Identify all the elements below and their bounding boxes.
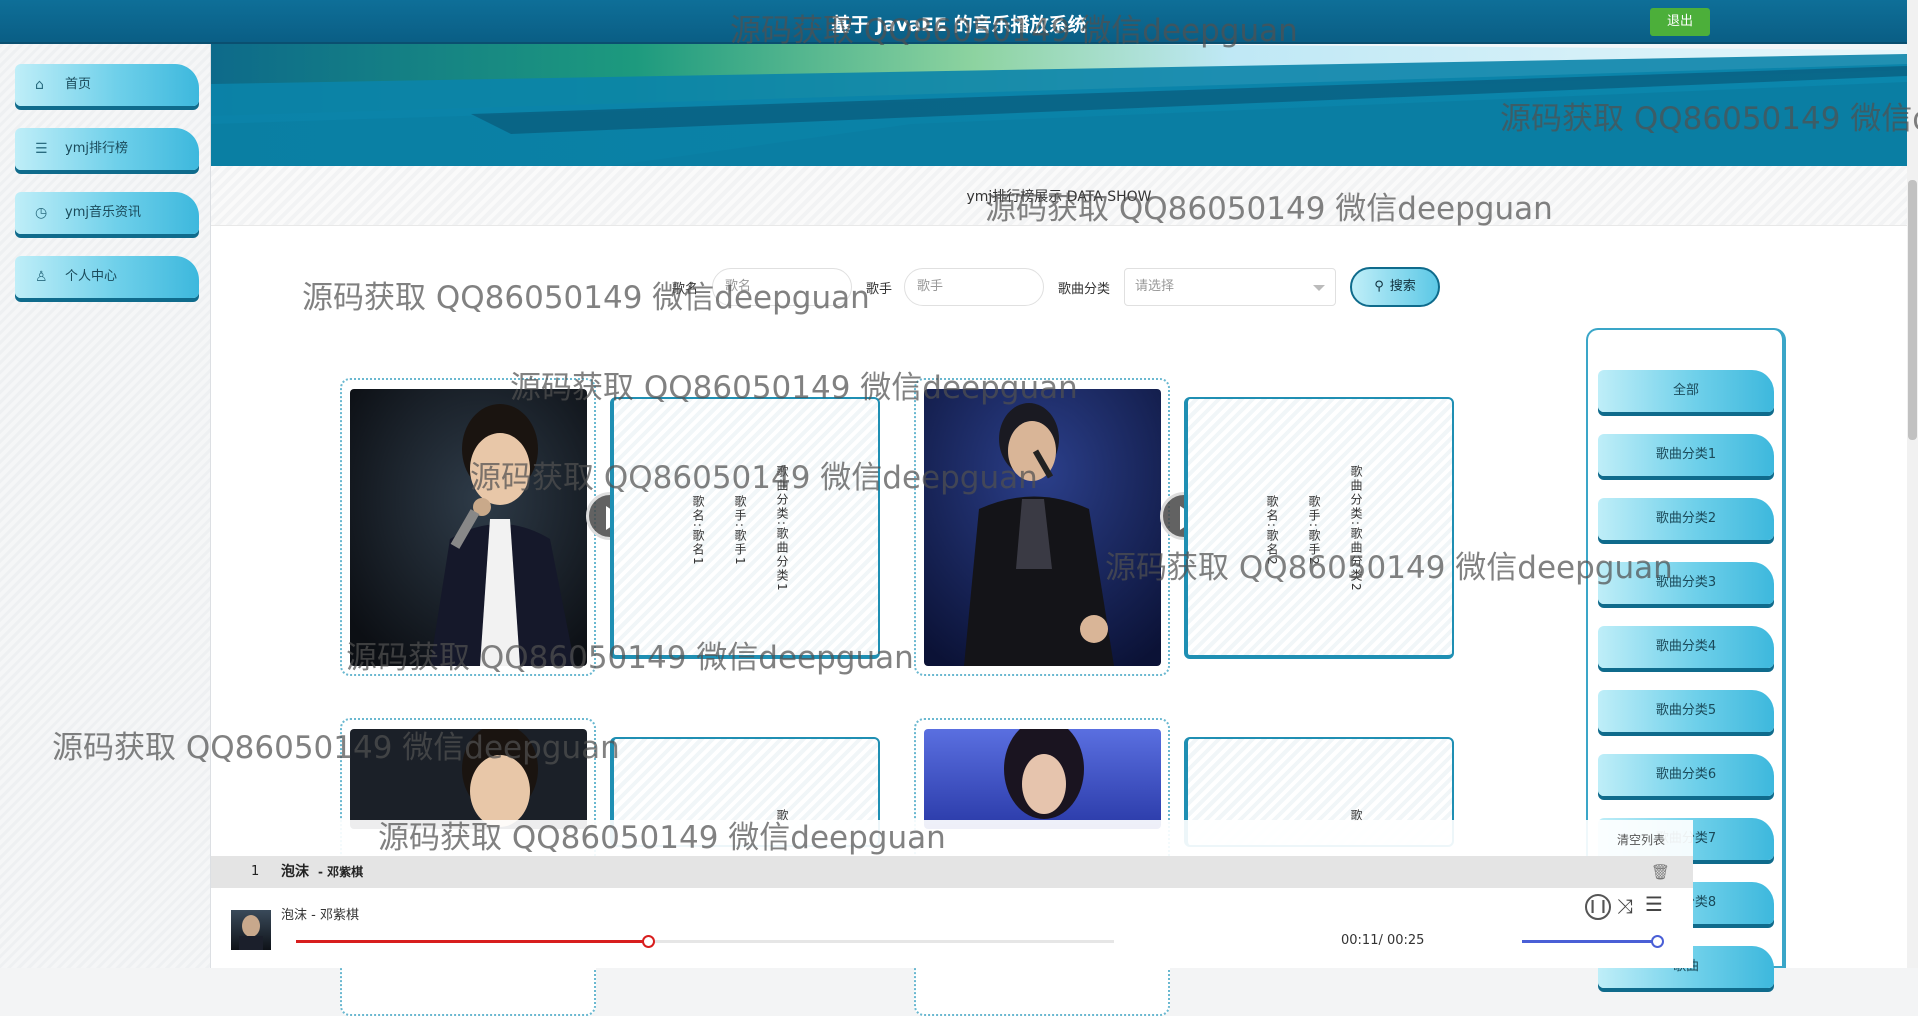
search-button[interactable]: ⚲ 搜索 (1350, 267, 1440, 307)
category-button-all[interactable]: 全部 (1598, 370, 1774, 412)
sidebar-item-label: ymj音乐资讯 (65, 205, 141, 220)
category-button[interactable]: 歌曲分类1 (1598, 434, 1774, 476)
sliders-icon: ☰ (35, 141, 48, 157)
category-select[interactable]: 请选择 (1124, 268, 1336, 306)
song-singer-text: 歌手:歌手1 (733, 495, 747, 567)
song-cover-image[interactable] (350, 389, 587, 666)
playlist-song-artist: - 邓紫棋 (318, 865, 364, 879)
progress-fill (296, 940, 648, 943)
search-icon: ⚲ (1374, 279, 1384, 294)
user-icon: ♙ (35, 269, 48, 285)
song-category-text: 歌曲分类:歌曲分类2 (1349, 465, 1363, 593)
sidebar-item-ranking[interactable]: ☰ ymj排行榜 (15, 128, 199, 170)
progress-track[interactable] (296, 935, 1114, 948)
pause-icon[interactable]: ❙❙ (1585, 894, 1611, 920)
song-name-text: 歌名:歌名2 (1265, 495, 1279, 567)
player-controls: 泡沫 - 邓紫棋 00:11/ 00:25 ❙❙ ⤨ ☰ (211, 888, 1693, 968)
category-button[interactable]: 歌曲分类2 (1598, 498, 1774, 540)
page-scrollbar-thumb[interactable] (1908, 180, 1917, 440)
song-singer-text: 歌手:歌手2 (1307, 495, 1321, 567)
section-title: ymj排行榜展示 DATA SHOW (966, 189, 1152, 205)
playlist-row[interactable]: 1 泡沫 - 邓紫棋 🗑 (211, 856, 1693, 888)
page-scrollbar[interactable] (1907, 0, 1918, 968)
volume-fill (1522, 940, 1658, 943)
playlist-index: 1 (251, 864, 260, 879)
category-select-value: 请选择 (1135, 279, 1175, 294)
sidebar-item-profile[interactable]: ♙ 个人中心 (15, 256, 199, 298)
category-label: 歌曲分类 (1058, 282, 1111, 297)
section-header: ymj排行榜展示 DATA SHOW (211, 166, 1907, 226)
top-bar: 基于 JavaEE 的音乐播放系统 退出 (0, 0, 1918, 44)
song-category-text: 歌曲分类:歌曲分类1 (775, 465, 789, 593)
sidebar: ⌂ 首页 ☰ ymj排行榜 ◷ ymj音乐资讯 ♙ 个人中心 (0, 44, 211, 968)
clear-playlist-button[interactable]: 清空列表 (1617, 831, 1665, 848)
song-name-text: 歌名:歌名1 (691, 495, 705, 567)
progress-handle[interactable] (641, 935, 655, 948)
sidebar-item-news[interactable]: ◷ ymj音乐资讯 (15, 192, 199, 234)
sidebar-item-label: 个人中心 (65, 269, 118, 284)
chevron-down-icon (1313, 285, 1325, 291)
sidebar-item-label: 首页 (65, 77, 92, 92)
time-display: 00:11/ 00:25 (1341, 933, 1425, 948)
song-name-label: 歌名 (672, 282, 699, 297)
volume-track[interactable] (1522, 935, 1664, 948)
now-playing-cover (231, 910, 271, 950)
song-cover-image[interactable] (924, 729, 1161, 829)
category-button[interactable]: 歌曲分类6 (1598, 754, 1774, 796)
playlist-song-title: 泡沫 (281, 864, 309, 880)
trash-icon[interactable]: 🗑 (1651, 856, 1670, 888)
singer-label: 歌手 (866, 282, 893, 297)
app-title: 基于 JavaEE 的音乐播放系统 (831, 14, 1087, 36)
category-button[interactable]: 歌曲分类3 (1598, 562, 1774, 604)
search-button-label: 搜索 (1389, 279, 1416, 294)
sidebar-item-label: ymj排行榜 (65, 141, 128, 156)
playlist-icon[interactable]: ☰ (1645, 892, 1663, 916)
song-name-input[interactable]: 歌名 (712, 268, 852, 306)
sidebar-item-home[interactable]: ⌂ 首页 (15, 64, 199, 106)
volume-handle[interactable] (1651, 935, 1664, 948)
clock-icon: ◷ (35, 205, 48, 221)
logout-button[interactable]: 退出 (1650, 8, 1710, 36)
category-button[interactable]: 歌曲分类4 (1598, 626, 1774, 668)
home-icon: ⌂ (35, 77, 44, 93)
playlist-header: 清空列表 (211, 820, 1693, 856)
category-button[interactable]: 歌曲分类5 (1598, 690, 1774, 732)
shuffle-icon[interactable]: ⤨ (1617, 894, 1633, 918)
song-info-panel: 歌名:歌名1 歌手:歌手1 歌曲分类:歌曲分类1 (610, 397, 880, 659)
now-playing-text: 泡沫 - 邓紫棋 (281, 908, 359, 923)
song-cover-image[interactable] (350, 729, 587, 829)
song-cover-image[interactable] (924, 389, 1161, 666)
music-player: 清空列表 1 泡沫 - 邓紫棋 🗑 泡沫 - 邓紫棋 00:11/ 00:25 … (211, 820, 1693, 968)
song-info-panel: 歌名:歌名2 歌手:歌手2 歌曲分类:歌曲分类2 (1184, 397, 1454, 659)
singer-input[interactable]: 歌手 (904, 268, 1044, 306)
banner-image (211, 44, 1907, 166)
